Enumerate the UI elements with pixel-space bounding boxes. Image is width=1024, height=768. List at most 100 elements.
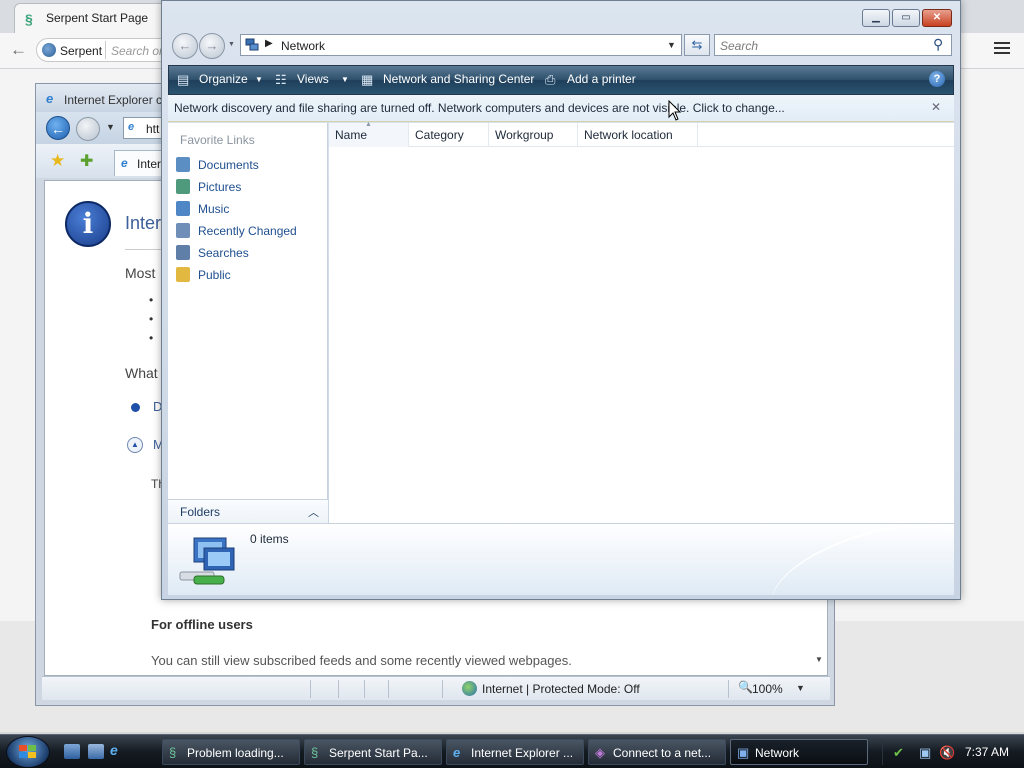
infobar-text[interactable]: Network discovery and file sharing are t… (174, 101, 785, 115)
help-icon[interactable]: ? (929, 71, 945, 87)
views-button[interactable]: Views (297, 72, 329, 86)
favorite-link-recently-changed[interactable]: Recently Changed (174, 221, 324, 241)
serpent-back-icon[interactable]: ← (10, 40, 27, 60)
add-favorite-icon[interactable]: ✚ (80, 151, 93, 171)
bullet-dot-icon (131, 403, 140, 412)
network-sharing-center-button[interactable]: Network and Sharing Center (383, 72, 534, 86)
taskbar-button-label: Problem loading... (187, 746, 284, 760)
taskbar-button-network[interactable]: ▣ Network (730, 739, 868, 765)
close-button[interactable]: ✕ (922, 9, 952, 27)
status-separator (442, 680, 443, 698)
forward-button[interactable]: → (199, 33, 225, 59)
chevron-down-icon[interactable]: ▼ (106, 122, 115, 132)
searches-icon (176, 245, 190, 260)
column-header-label: Name (335, 128, 368, 142)
recently-changed-icon (176, 223, 190, 238)
chevron-down-icon[interactable]: ▼ (667, 40, 676, 50)
close-icon[interactable]: ✕ (931, 100, 941, 114)
network-sharing-icon: ▦ (361, 72, 374, 87)
status-separator (728, 680, 729, 698)
breadcrumb-arrow-icon[interactable]: ▶ (265, 38, 273, 49)
taskbar-button-connect-network[interactable]: ◈ Connect to a net... (588, 739, 726, 765)
serpent-search-hint: Search or (111, 44, 164, 58)
organize-button[interactable]: Organize (199, 72, 248, 86)
taskbar-button-label: Network (755, 746, 800, 760)
add-printer-button[interactable]: Add a printer (567, 72, 636, 86)
network-status-icon[interactable]: ▣ (919, 745, 931, 761)
switch-windows-icon[interactable] (88, 744, 104, 759)
column-header-workgroup[interactable]: Workgroup (489, 123, 578, 147)
status-separator (310, 680, 311, 698)
clock[interactable]: 7:37 AM (965, 745, 1009, 759)
organize-icon: ▤ (177, 72, 190, 87)
serpent-menu-icon[interactable] (994, 42, 1010, 57)
back-button[interactable]: ← (172, 33, 198, 59)
minimize-button[interactable]: ▁ (862, 9, 890, 27)
favorite-link-public[interactable]: Public (174, 265, 324, 285)
status-separator (388, 680, 389, 698)
ie-address-text: htt (146, 122, 160, 136)
ie-zone-status[interactable]: Internet | Protected Mode: Off (482, 682, 640, 696)
folders-toggle[interactable]: Folders ︿ (168, 499, 328, 523)
serpent-icon: § (169, 745, 177, 760)
serpent-tab[interactable]: § Serpent Start Page (14, 3, 174, 33)
network-connect-icon: ◈ (595, 745, 605, 760)
url-separator (105, 41, 106, 59)
mouse-cursor-icon (668, 100, 682, 121)
volume-muted-icon[interactable]: 🔇 (939, 745, 955, 761)
network-icon: ▣ (737, 745, 750, 760)
info-icon: i (65, 201, 111, 247)
refresh-button[interactable]: ⇆ (684, 34, 710, 56)
favorite-link-music[interactable]: Music (174, 199, 324, 219)
favorite-link-pictures[interactable]: Pictures (174, 177, 324, 197)
ie-back-button[interactable]: ← (46, 116, 70, 140)
bullet: • (149, 312, 154, 326)
taskbar-button-internet-explorer[interactable]: e Internet Explorer ... (446, 739, 584, 765)
network-computers-icon (179, 537, 235, 585)
favorite-link-label: Public (198, 268, 231, 282)
network-discovery-infobar[interactable]: Network discovery and file sharing are t… (168, 95, 954, 122)
folder-icon (176, 267, 190, 282)
taskbar-button-problem-loading[interactable]: § Problem loading... (162, 739, 300, 765)
column-header-network-location[interactable]: Network location (578, 123, 698, 147)
collapse-icon[interactable]: ▲ (127, 437, 143, 453)
taskbar-button-serpent-start[interactable]: § Serpent Start Pa... (304, 739, 442, 765)
internet-zone-icon (462, 681, 477, 696)
favorite-links-heading: Favorite Links (180, 133, 255, 147)
chevron-down-icon[interactable]: ▼ (255, 75, 263, 84)
navigation-pane: Favorite Links Documents Pictures Music … (168, 123, 328, 523)
chevron-up-icon[interactable]: ︿ (308, 504, 319, 520)
folders-label: Folders (180, 505, 221, 519)
favorite-link-searches[interactable]: Searches (174, 243, 324, 263)
windows-logo-icon (19, 745, 37, 760)
safely-remove-icon[interactable]: ✔ (893, 745, 904, 761)
search-icon[interactable]: ⚲ (933, 36, 943, 53)
column-header-category[interactable]: Category (409, 123, 489, 147)
file-list-pane: ▲ Name Category Workgroup Network locati… (329, 121, 954, 523)
search-input[interactable]: Search ⚲ (714, 34, 952, 56)
start-button[interactable] (6, 736, 50, 768)
show-desktop-icon[interactable] (64, 744, 80, 759)
favorite-link-documents[interactable]: Documents (174, 155, 324, 175)
ie-quicklaunch-icon[interactable]: e (110, 742, 126, 758)
scroll-down-arrow[interactable]: ▼ (815, 655, 823, 664)
ie-forward-button[interactable] (76, 117, 100, 141)
zoom-icon[interactable]: 🔍 (738, 680, 753, 694)
bullet: • (149, 331, 154, 345)
network-address-bar[interactable]: ▶ Network ▼ (240, 34, 682, 56)
status-separator (364, 680, 365, 698)
serpent-urlbar[interactable]: Serpent Search or (36, 38, 176, 62)
ie-zoom-level[interactable]: 100% (752, 682, 783, 696)
maximize-button[interactable]: ▭ (892, 9, 920, 27)
chevron-down-icon[interactable]: ▼ (341, 75, 349, 84)
chevron-down-icon[interactable]: ▼ (228, 41, 235, 48)
sort-ascending-icon: ▲ (365, 121, 372, 128)
column-header-name[interactable]: ▲ Name (329, 121, 409, 147)
serpent-tab-title: Serpent Start Page (46, 11, 149, 25)
taskbar-button-label: Connect to a net... (613, 746, 712, 760)
chevron-down-icon[interactable]: ▼ (796, 683, 805, 693)
ie-page-icon: e (128, 121, 135, 133)
ie-icon: e (453, 745, 461, 760)
favorites-star-icon[interactable]: ★ (50, 151, 65, 171)
network-icon (245, 38, 259, 51)
